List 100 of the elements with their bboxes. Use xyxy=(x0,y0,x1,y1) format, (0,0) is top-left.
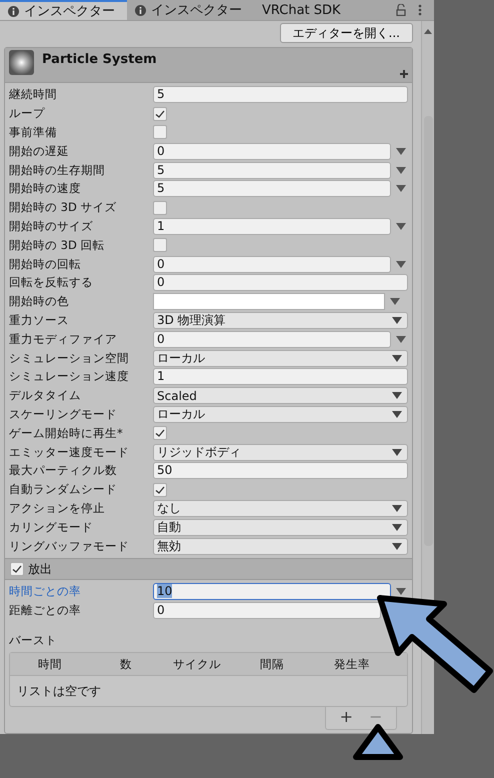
input-field[interactable]: 0 xyxy=(153,274,408,292)
input-field[interactable]: 50 xyxy=(153,462,408,480)
property-label: 自動ランダムシード xyxy=(9,482,118,498)
check-icon xyxy=(155,110,165,118)
property-label: アクションを停止 xyxy=(9,500,106,516)
dropdown-arrow-icon xyxy=(396,588,406,596)
property-label: ゲーム開始時に再生* xyxy=(9,426,124,441)
component-title: Particle System xyxy=(42,51,157,68)
module-header[interactable]: 放出 xyxy=(5,558,412,580)
lock-icon xyxy=(396,4,406,16)
property-label: リングバッファモード xyxy=(9,538,130,554)
dropdown-arrow-icon xyxy=(390,298,400,306)
dropdown[interactable]: 無効 xyxy=(153,538,408,554)
column-header: 数 xyxy=(120,656,132,672)
property-label: エミッター速度モード xyxy=(9,444,130,460)
dropdown-arrow-icon xyxy=(396,336,406,343)
dropdown[interactable]: 3D 物理演算 xyxy=(153,312,408,329)
dropdown-arrow-icon xyxy=(396,166,406,174)
dropdown[interactable]: なし xyxy=(153,500,408,517)
dropdown-arrow-icon xyxy=(392,316,402,324)
dropdown-arrow-icon xyxy=(392,448,402,456)
input-field[interactable]: 5 xyxy=(153,86,408,104)
tab[interactable]: インスペクター xyxy=(0,0,127,20)
property-label: 重力ソース xyxy=(9,312,70,328)
scrollbar[interactable] xyxy=(421,21,434,734)
open-editor-button[interactable]: エディターを開く... xyxy=(280,23,413,44)
property-label: スケーリングモード xyxy=(9,406,118,422)
particle-icon xyxy=(9,50,34,76)
input-field[interactable]: 0 xyxy=(153,142,391,160)
dropdown-arrow-icon xyxy=(392,524,402,531)
info-icon xyxy=(135,4,146,16)
input-field[interactable]: 0 xyxy=(153,330,391,348)
dropdown[interactable]: リジッドボディ xyxy=(153,444,408,461)
dropdown-arrow-icon xyxy=(396,260,406,268)
dropdown-arrow-icon xyxy=(392,354,402,362)
column-header: 発生率 xyxy=(334,656,370,672)
property-label: 回転を反転する xyxy=(9,275,94,290)
tab[interactable]: VRChat SDK xyxy=(254,0,353,20)
empty-list-text: リストは空です xyxy=(16,683,102,700)
scrollbar-thumb[interactable] xyxy=(424,116,432,546)
checkbox[interactable] xyxy=(153,426,167,440)
property-label: 開始の遅延 xyxy=(9,144,70,159)
column-header: 間隔 xyxy=(260,656,284,672)
property-label: 距離ごとの率 xyxy=(9,603,82,618)
property-label: デルタタイム xyxy=(9,388,82,404)
input-field[interactable]: 0 xyxy=(153,602,381,620)
column-header: 時間 xyxy=(38,656,62,672)
input-field[interactable]: 1 xyxy=(153,218,391,235)
property-label: 開始時の 3D サイズ xyxy=(9,200,118,216)
pointer-triangle-drawing xyxy=(352,722,404,762)
property-label: シミュレーション速度 xyxy=(9,369,130,384)
property-label: 事前準備 xyxy=(9,124,58,140)
section-label: バースト xyxy=(8,632,58,649)
dropdown[interactable]: 自動 xyxy=(153,518,408,536)
add-button[interactable]: + xyxy=(336,709,357,724)
property-label: 開始時の回転 xyxy=(9,256,82,272)
check-icon xyxy=(155,486,165,494)
dropdown-arrow-icon xyxy=(392,410,402,418)
checkbox[interactable] xyxy=(153,482,167,497)
property-label: 重力モディファイア xyxy=(9,332,118,347)
property-label: 開始時の色 xyxy=(9,294,70,310)
property-label: 最大パーティクル数 xyxy=(9,463,118,478)
dropdown[interactable]: Scaled xyxy=(153,387,408,404)
dropdown-arrow-icon xyxy=(392,504,402,512)
module-title: 放出 xyxy=(28,560,52,578)
property-label: 開始時のサイズ xyxy=(9,218,94,234)
property-label: 時間ごとの率 xyxy=(9,584,82,600)
property-label: ループ xyxy=(9,106,46,122)
dropdown-arrow-icon xyxy=(392,542,402,550)
checkbox[interactable] xyxy=(10,562,24,576)
check-icon xyxy=(12,565,22,574)
property-label: 開始時の速度 xyxy=(9,181,82,196)
dropdown-arrow-icon xyxy=(396,148,406,155)
property-label: 継続時間 xyxy=(9,87,58,102)
checkbox[interactable] xyxy=(153,200,167,215)
property-label: カリングモード xyxy=(9,520,94,535)
input-field[interactable]: 5 xyxy=(153,180,391,198)
color-field[interactable] xyxy=(153,293,385,310)
checkbox[interactable] xyxy=(153,125,167,140)
property-label: シミュレーション空間 xyxy=(9,350,130,366)
input-field[interactable]: 0 xyxy=(153,256,391,273)
property-label: 開始時の 3D 回転 xyxy=(9,238,106,253)
property-label: 開始時の生存期間 xyxy=(9,162,106,178)
dropdown[interactable]: ローカル xyxy=(153,406,408,423)
dropdown[interactable]: ローカル xyxy=(153,350,408,367)
check-icon xyxy=(155,429,165,438)
checkbox[interactable] xyxy=(153,106,167,121)
input-field[interactable]: 10 xyxy=(153,583,391,600)
more-icon xyxy=(418,4,422,16)
input-field[interactable]: 1 xyxy=(153,368,408,386)
checkbox[interactable] xyxy=(153,238,167,252)
info-icon xyxy=(8,6,19,17)
tab[interactable]: インスペクター xyxy=(127,0,254,20)
dropdown-arrow-icon xyxy=(396,185,406,192)
input-field[interactable]: 5 xyxy=(153,162,391,179)
plus-icon xyxy=(400,70,408,78)
scroll-up-icon[interactable] xyxy=(424,29,432,34)
dropdown-arrow-icon xyxy=(396,222,406,230)
column-header: サイクル xyxy=(173,656,221,672)
dropdown-arrow-icon xyxy=(392,392,402,400)
